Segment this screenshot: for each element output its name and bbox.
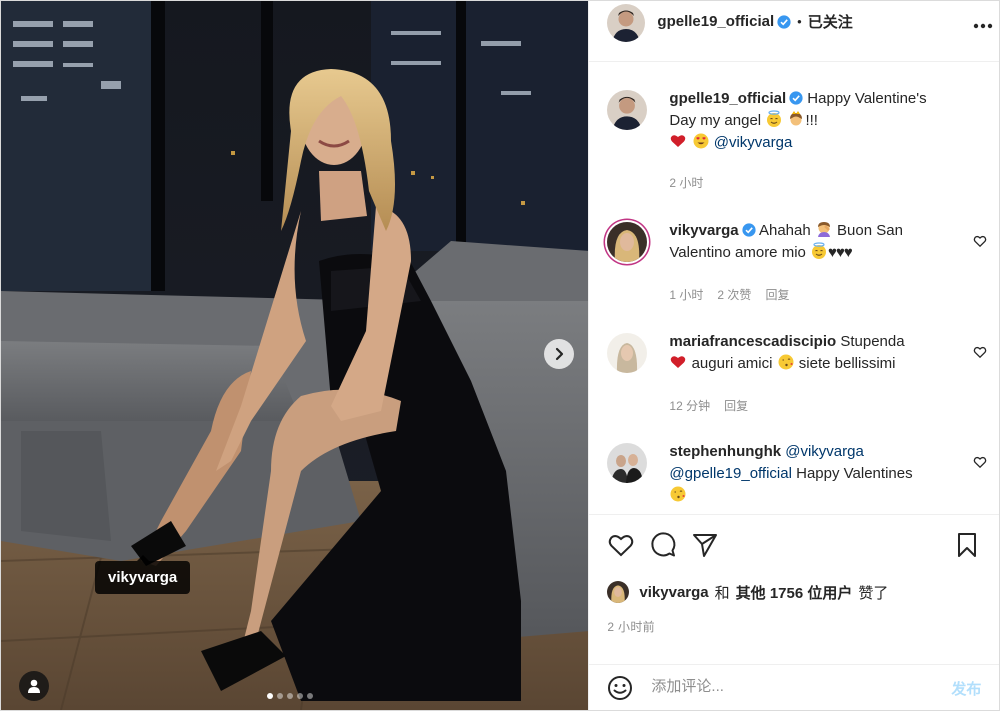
caption-text: gpelle19_official Happy Valentine's Day … (669, 88, 959, 154)
heart-eyes-face-icon (693, 133, 709, 149)
post-action-bar (589, 514, 1000, 571)
caption-avatar[interactable] (607, 90, 648, 130)
comment-time[interactable]: 1 小时 (669, 286, 703, 303)
post-photo[interactable]: vikyvarga (1, 1, 589, 710)
carousel-dot (297, 693, 303, 699)
likes-suffix: 赞了 (858, 584, 889, 602)
comment-line-1: Stupenda (840, 333, 905, 350)
comment-username[interactable]: mariafrancescadiscipio (669, 333, 836, 350)
tagged-users-button[interactable] (19, 671, 49, 701)
face-blowing-kiss-icon (670, 486, 686, 502)
comment-line-3: Valentino amore mio (669, 244, 806, 261)
person-facepalming-icon (817, 222, 830, 237)
caption-line-2: Day my angel (669, 112, 762, 129)
smiling-face-with-halo-icon (767, 110, 782, 127)
commenter-avatar[interactable] (607, 333, 648, 373)
comment-line-1: Happy Valentines (796, 465, 913, 482)
comment-mention-link[interactable]: @vikyvarga (785, 443, 864, 460)
like-comment-heart-icon[interactable] (973, 234, 987, 248)
smiling-face-with-halo-icon (812, 242, 827, 259)
carousel-dot (277, 693, 283, 699)
post-timestamp[interactable]: 2 小时前 (607, 618, 655, 635)
add-comment-input[interactable] (649, 677, 924, 696)
reply-button[interactable]: 回复 (724, 397, 748, 414)
avatar-photo (607, 90, 648, 130)
comment-username[interactable]: stephenhunghk (669, 443, 781, 460)
comment-likes[interactable]: 2 次赞 (717, 286, 751, 303)
likes-conjunction: 和 (714, 584, 730, 602)
carousel-indicator (267, 693, 313, 699)
comment-line-3: siete bellissimi (798, 355, 896, 372)
comment-time[interactable]: 12 分钟 (669, 397, 710, 414)
like-heart-icon[interactable] (607, 531, 635, 559)
emoji-picker-icon[interactable] (607, 675, 633, 701)
chevron-right-icon (555, 347, 564, 361)
likes-summary[interactable]: vikyvarga 和 其他 1756 位用户 赞了 (607, 581, 888, 603)
comment-mention-link[interactable]: @gpelle19_official (669, 465, 792, 482)
avatar-photo (607, 333, 648, 373)
caption-mention-link[interactable]: @vikyvarga (714, 134, 793, 151)
red-heart-icon (671, 356, 686, 368)
verified-badge-icon (742, 223, 756, 237)
person-with-crown-icon (790, 111, 803, 126)
caption-meta: 2 小时 (669, 174, 703, 191)
commenter-avatar[interactable] (607, 443, 648, 483)
likes-others-count[interactable]: 其他 1756 位用户 (736, 582, 853, 603)
caption-line-3: !!! (805, 112, 818, 129)
post-header: gpelle19_official • 已关注 (589, 1, 1000, 62)
author-username[interactable]: gpelle19_official (657, 13, 774, 30)
author-avatar[interactable] (607, 4, 646, 42)
comment-line-2: auguri amici (691, 355, 773, 372)
comment-meta: 1 小时 2 次赞 回复 (669, 286, 789, 303)
add-comment-bar: 发布 (589, 664, 1000, 711)
carousel-dot (307, 693, 313, 699)
like-comment-heart-icon[interactable] (973, 345, 987, 359)
carousel-dot (287, 693, 293, 699)
post-sidebar: gpelle19_official • 已关注 gpelle19_officia… (588, 1, 1000, 711)
caption-username[interactable]: gpelle19_official (669, 90, 786, 107)
verified-badge-icon (789, 91, 803, 105)
reply-button[interactable]: 回复 (765, 286, 789, 303)
avatar-photo (607, 4, 646, 42)
separator-dot: • (797, 14, 802, 29)
comment-text: vikyvarga Ahahah Buon San Valentino amor… (669, 220, 959, 264)
comment-text: mariafrancescadiscipio Stupenda auguri a… (669, 331, 959, 375)
photo-scene (1, 1, 589, 710)
commenter-avatar[interactable] (607, 222, 648, 262)
face-blowing-kiss-icon (778, 354, 794, 370)
comment-meta: 12 分钟 回复 (669, 397, 748, 414)
liker-username[interactable]: vikyvarga (639, 584, 708, 601)
comment-bubble-icon[interactable] (649, 531, 677, 559)
liker-avatar (607, 581, 630, 603)
carousel-dot (267, 693, 273, 699)
comment-line-4: ♥♥♥ (828, 244, 853, 261)
caption-time[interactable]: 2 小时 (669, 174, 703, 191)
follow-status-button[interactable]: 已关注 (808, 11, 853, 32)
comments-section[interactable]: gpelle19_official Happy Valentine's Day … (589, 62, 999, 514)
avatar-photo (607, 443, 648, 483)
person-icon (28, 679, 40, 693)
instagram-post: vikyvarga gpelle19_official • 已关注 gpelle… (0, 0, 1000, 711)
avatar-photo (607, 222, 648, 262)
like-comment-heart-icon[interactable] (973, 455, 987, 469)
more-horizontal-icon[interactable] (973, 23, 993, 29)
save-bookmark-icon[interactable] (953, 531, 981, 559)
comment-username[interactable]: vikyvarga (669, 222, 738, 239)
header-meta: gpelle19_official • 已关注 (657, 11, 852, 32)
comment-line-2: Buon San (837, 222, 903, 239)
comment-line-1: Ahahah (758, 222, 811, 239)
comment-text: stephenhunghk @vikyvarga @gpelle19_offic… (669, 441, 959, 507)
share-paper-plane-icon[interactable] (691, 531, 719, 559)
post-comment-button[interactable]: 发布 (951, 678, 981, 699)
red-heart-icon (671, 135, 686, 147)
user-tag-label[interactable]: vikyvarga (95, 555, 191, 594)
avatar-photo (607, 581, 630, 603)
caption-line-1: Happy Valentine's (807, 90, 927, 107)
carousel-next-button[interactable] (544, 339, 574, 369)
verified-badge-icon (777, 14, 791, 29)
